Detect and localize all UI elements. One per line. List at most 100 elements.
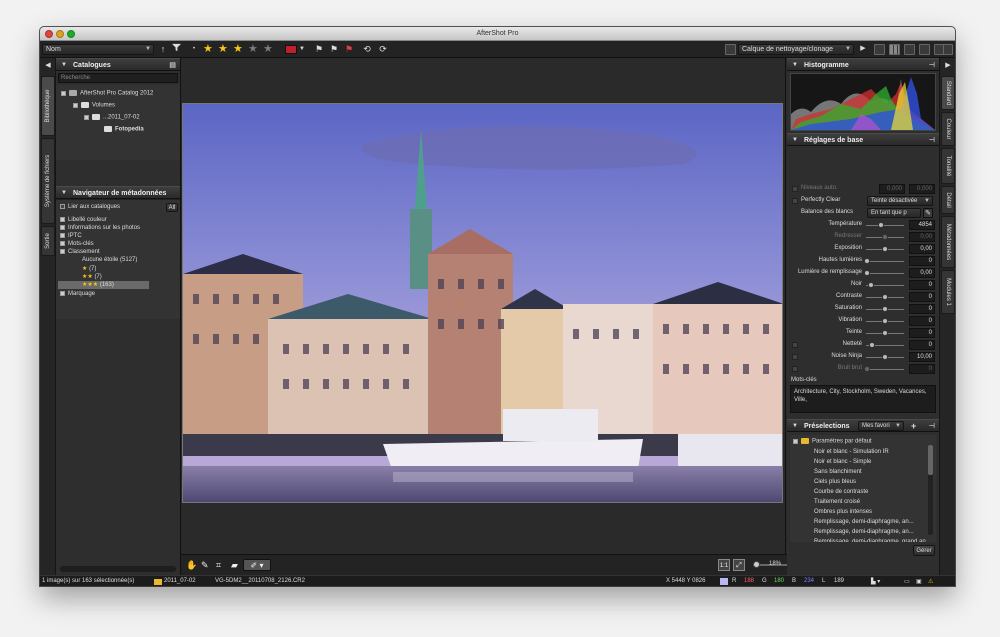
perfectly-clear-checkbox[interactable]: [792, 198, 798, 204]
adjustment-slider-knob[interactable]: [869, 342, 876, 348]
tree-item[interactable]: Volumes: [73, 102, 115, 109]
filmstrip-view-icon[interactable]: [904, 44, 915, 55]
expand-icon[interactable]: [61, 90, 66, 96]
tree-item[interactable]: ...2011_07-02: [84, 114, 140, 121]
adjustment-value-field[interactable]: 0,00: [909, 232, 935, 242]
adjustment-slider-knob[interactable]: [882, 306, 888, 312]
adjustment-value-field[interactable]: 0,00: [909, 244, 935, 254]
preset-item[interactable]: Remplissage, demi-diaphragme, an...: [814, 519, 914, 525]
single-view-icon[interactable]: [874, 44, 885, 55]
zoom-fit-icon[interactable]: ⤢: [733, 559, 745, 571]
grid-view-icon[interactable]: [889, 44, 900, 55]
collapse-icon[interactable]: [793, 438, 798, 444]
adjustment-slider-knob[interactable]: [882, 246, 888, 252]
expand-icon[interactable]: [60, 225, 65, 230]
scrollbar-thumb[interactable]: [928, 445, 933, 475]
preset-item[interactable]: Traitement croisé: [814, 499, 860, 505]
adjustment-value-field[interactable]: 0,00: [909, 268, 935, 278]
adjustment-slider-knob[interactable]: [882, 354, 888, 360]
preset-item[interactable]: Remplissage, demi-diaphragme, an...: [814, 529, 914, 535]
fullscreen-icon[interactable]: [943, 44, 953, 55]
tab-bibliotheque[interactable]: Bibliothèque: [41, 76, 55, 136]
list-item[interactable]: Marquage: [60, 291, 95, 297]
collapse-left-icon[interactable]: ◀: [43, 60, 53, 72]
adjustment-checkbox[interactable]: [792, 354, 798, 360]
star-icon[interactable]: ★: [218, 42, 228, 56]
link-catalogs-checkbox-row[interactable]: Lier aux catalogues: [60, 204, 120, 210]
checkbox[interactable]: [60, 204, 65, 209]
minimize-window-button[interactable]: [56, 30, 64, 38]
adjustment-value-field[interactable]: 0: [909, 340, 935, 350]
flag-icon[interactable]: ⚑: [313, 43, 325, 55]
expand-icon[interactable]: [60, 291, 65, 296]
basic-adjustments-header[interactable]: ▼ Réglages de base ⊣: [787, 133, 939, 146]
list-item[interactable]: Libellé couleur: [60, 217, 107, 223]
metadata-nav-header[interactable]: ▼ Navigateur de métadonnées: [56, 186, 180, 199]
panel-menu-icon[interactable]: ▤: [169, 59, 176, 72]
adjustment-value-field[interactable]: 0: [909, 304, 935, 314]
tab-metadonnees[interactable]: Métadonnées: [941, 216, 955, 268]
rotate-right-icon[interactable]: ⟳: [376, 43, 390, 55]
list-item[interactable]: ★ (7): [82, 265, 96, 272]
presets-scrollbar[interactable]: [928, 445, 933, 535]
no-rating-dot-icon[interactable]: •: [191, 43, 197, 55]
expand-icon[interactable]: [73, 102, 78, 108]
adjustment-value-field[interactable]: 0: [909, 292, 935, 302]
adjustment-checkbox[interactable]: [792, 342, 798, 348]
niveaux-auto-value-2[interactable]: 0,000: [909, 184, 935, 194]
brush-tool-icon[interactable]: ✐ ▾: [243, 559, 271, 571]
display-mode-icon[interactable]: ▭: [904, 578, 910, 585]
sort-select[interactable]: Nom ▼: [42, 44, 154, 55]
tree-item[interactable]: Fotopedia: [104, 126, 144, 133]
presets-header[interactable]: ▼ Préselections Mes favori ▼ + ⊣: [787, 419, 939, 432]
preset-item[interactable]: Remplissage, demi-diaphragme, grand an..…: [814, 539, 931, 542]
preset-folder-row[interactable]: Paramètres par défaut: [793, 438, 872, 445]
expand-icon[interactable]: [60, 233, 65, 238]
preset-item[interactable]: Ombres plus intenses: [814, 509, 872, 515]
save-icon[interactable]: ▣: [916, 578, 922, 585]
preset-item[interactable]: Ciels plus bleus: [814, 479, 856, 485]
close-window-button[interactable]: [45, 30, 53, 38]
tab-standard[interactable]: Standard: [941, 76, 955, 110]
warning-icon[interactable]: ⚠: [928, 578, 933, 585]
rotate-left-icon[interactable]: ⟲: [360, 43, 374, 55]
adjustment-slider[interactable]: [866, 225, 904, 226]
tab-modules[interactable]: Modules 1: [941, 270, 955, 314]
add-preset-icon[interactable]: +: [911, 420, 916, 433]
preset-item[interactable]: Noir et blanc - Simulation IR: [814, 449, 889, 455]
adjustment-value-field[interactable]: 10,00: [909, 352, 935, 362]
adjustment-value-field[interactable]: 0: [909, 316, 935, 326]
horizontal-scrollbar[interactable]: [60, 566, 176, 572]
adjustment-slider-knob[interactable]: [867, 282, 874, 288]
adjustment-slider-knob[interactable]: [878, 222, 885, 228]
flag-reject-icon[interactable]: ⚑: [343, 43, 355, 55]
adjustment-slider[interactable]: [866, 369, 904, 370]
list-item-selected[interactable]: ★★★ (163): [58, 281, 149, 289]
expand-icon[interactable]: [60, 217, 65, 222]
tree-item[interactable]: AfterShot Pro Catalog 2012: [61, 90, 153, 97]
tab-couleur[interactable]: Couleur: [941, 112, 955, 146]
zoom-slider-knob[interactable]: [753, 561, 761, 568]
pin-icon[interactable]: ⊣: [929, 134, 935, 147]
tab-systeme-fichiers[interactable]: Système de fichiers: [41, 138, 55, 224]
tab-detail[interactable]: Détail: [941, 186, 955, 214]
crop-icon[interactable]: ⌗: [216, 559, 221, 571]
adjustment-slider-knob[interactable]: [864, 258, 870, 264]
eyedropper-icon[interactable]: ✎: [201, 559, 209, 571]
preset-item[interactable]: Noir et blanc - Simple: [814, 459, 871, 465]
preset-item[interactable]: Courbe de contraste: [814, 489, 868, 495]
adjustment-value-field[interactable]: 0: [909, 364, 935, 374]
zoom-window-button[interactable]: [67, 30, 75, 38]
chevron-down-icon[interactable]: ▼: [299, 43, 305, 55]
tab-tonalite[interactable]: Tonalité: [941, 148, 955, 184]
star-icon[interactable]: ★: [263, 42, 273, 56]
eyedropper-icon[interactable]: ✎: [923, 208, 933, 218]
compare-view-icon[interactable]: [919, 44, 930, 55]
list-item[interactable]: IPTC: [60, 233, 82, 239]
list-item[interactable]: Classement: [60, 249, 100, 255]
list-item[interactable]: Aucune étoile (5127): [82, 257, 137, 263]
filter-icon[interactable]: [170, 43, 182, 55]
niveaux-auto-checkbox[interactable]: [792, 186, 798, 192]
adjustment-value-field[interactable]: 0: [909, 256, 935, 266]
collapse-icon[interactable]: [60, 249, 65, 254]
